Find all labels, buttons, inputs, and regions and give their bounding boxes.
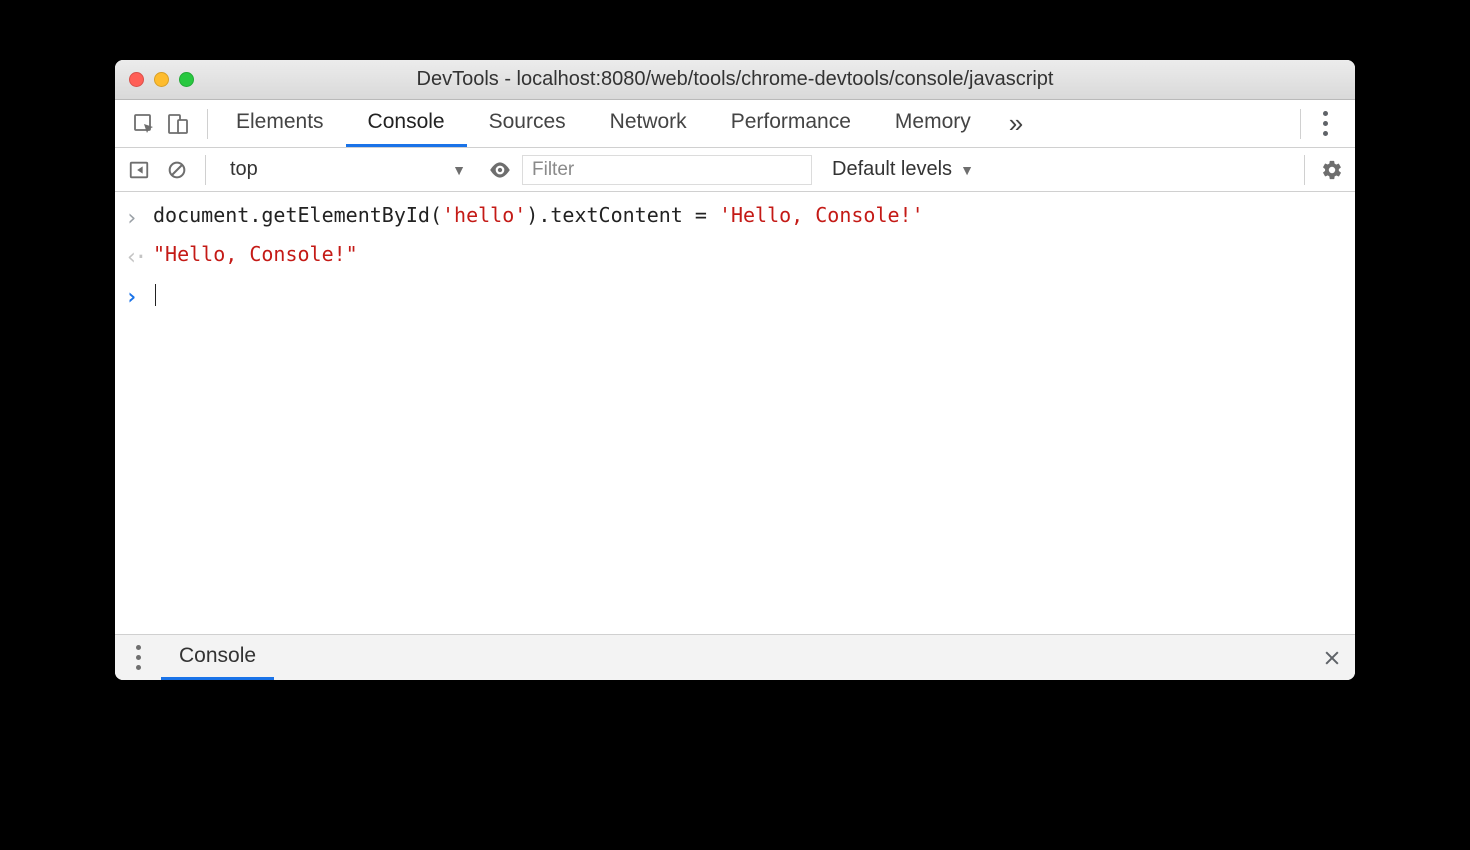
clear-console-icon[interactable]	[161, 154, 193, 186]
inspect-element-icon[interactable]	[131, 111, 157, 137]
input-marker-icon	[125, 198, 153, 237]
console-result-code: "Hello, Console!"	[153, 237, 358, 271]
drawer-menu-button[interactable]	[115, 635, 161, 680]
close-drawer-icon[interactable]	[1309, 635, 1355, 680]
separator	[207, 109, 208, 139]
more-tabs-button[interactable]: »	[993, 100, 1039, 147]
settings-menu-button[interactable]	[1307, 111, 1343, 136]
toggle-sidebar-icon[interactable]	[123, 154, 155, 186]
live-expression-icon[interactable]	[484, 154, 516, 186]
chevron-down-icon: ▼	[960, 162, 974, 178]
tab-network[interactable]: Network	[588, 100, 709, 147]
log-levels-select[interactable]: Default levels ▼	[818, 158, 988, 181]
close-window-button[interactable]	[129, 72, 144, 87]
traffic-lights	[129, 72, 194, 87]
tab-elements[interactable]: Elements	[214, 100, 346, 147]
console-output[interactable]: document.getElementById('hello').textCon…	[115, 192, 1355, 634]
console-settings-icon[interactable]	[1317, 155, 1347, 185]
execution-context-select[interactable]: top ▼	[218, 148, 478, 191]
console-input-echo-code: document.getElementById('hello').textCon…	[153, 198, 924, 232]
output-marker-icon	[125, 237, 153, 276]
minimize-window-button[interactable]	[154, 72, 169, 87]
tab-console[interactable]: Console	[346, 100, 467, 147]
separator	[1304, 155, 1305, 185]
tab-performance[interactable]: Performance	[709, 100, 873, 147]
tabs-right	[1294, 100, 1349, 147]
zoom-window-button[interactable]	[179, 72, 194, 87]
tab-sources[interactable]: Sources	[467, 100, 588, 147]
console-toolbar: top ▼ Default levels ▼	[115, 148, 1355, 192]
console-prompt-input[interactable]	[153, 277, 156, 311]
device-toolbar-icon[interactable]	[165, 111, 191, 137]
prompt-marker-icon	[125, 277, 153, 316]
titlebar: DevTools - localhost:8080/web/tools/chro…	[115, 60, 1355, 100]
console-result-row: "Hello, Console!"	[115, 237, 1355, 276]
log-levels-label: Default levels	[832, 158, 952, 181]
window-title: DevTools - localhost:8080/web/tools/chro…	[115, 68, 1355, 91]
panel-tabs-bar: Elements Console Sources Network Perform…	[115, 100, 1355, 148]
drawer-tab-console[interactable]: Console	[161, 635, 274, 680]
separator	[1300, 109, 1301, 139]
tab-memory[interactable]: Memory	[873, 100, 993, 147]
panel-tabs: Elements Console Sources Network Perform…	[214, 100, 993, 147]
devtools-window: DevTools - localhost:8080/web/tools/chro…	[115, 60, 1355, 680]
separator	[205, 155, 206, 185]
tabs-left-tools	[121, 100, 201, 147]
console-input-echo-row: document.getElementById('hello').textCon…	[115, 198, 1355, 237]
console-prompt-row[interactable]	[115, 277, 1355, 316]
execution-context-value: top	[230, 158, 258, 181]
drawer: Console	[115, 634, 1355, 680]
filter-input[interactable]	[522, 155, 812, 185]
chevron-down-icon: ▼	[452, 162, 466, 178]
